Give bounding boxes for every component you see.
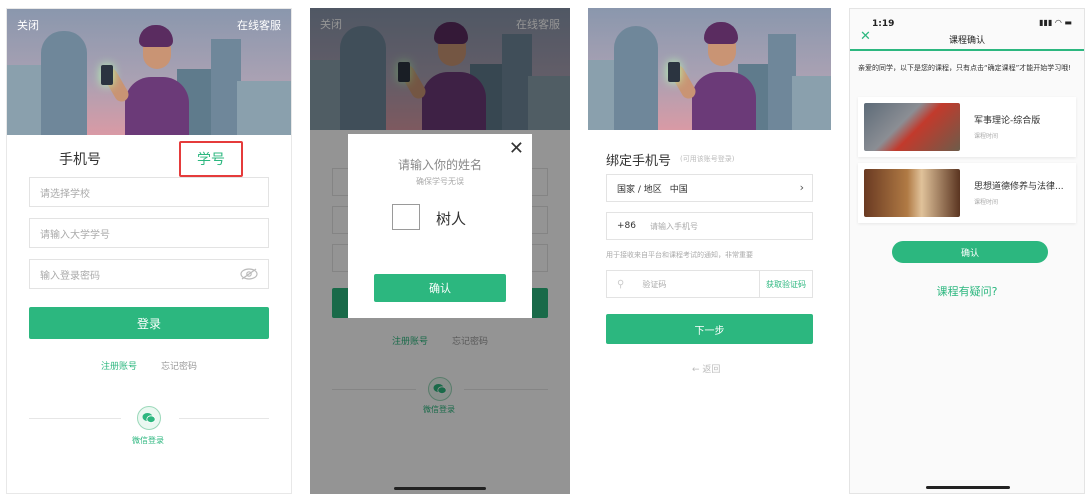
- home-indicator: [926, 486, 1010, 489]
- intro-text: 亲爱的同学，以下是您的课程，只有点击“确定课程”才能开始学习哦!: [858, 64, 1072, 72]
- student-id-input[interactable]: 请输入大学学号: [29, 218, 269, 248]
- dialog-subtitle: 确保学号无误: [416, 177, 464, 186]
- password-placeholder: 输入登录密码: [40, 270, 100, 282]
- name-confirm-screen: 关闭 在线客服 注册账号 忘记密码 微信登录 ✕ 请输入你的姓名 确保学号无误 …: [310, 8, 570, 494]
- region-label: 国家 / 地区: [617, 184, 662, 195]
- login-button[interactable]: 登录: [29, 307, 269, 339]
- title-hint: (可用该账号登录): [680, 155, 735, 163]
- forgot-password-link[interactable]: 忘记密码: [161, 359, 197, 372]
- home-indicator: [394, 487, 486, 490]
- header-divider: [850, 49, 1084, 51]
- region-value: 中国: [669, 184, 688, 195]
- page-title: 绑定手机号: [606, 154, 672, 169]
- code-input[interactable]: ⚲ 验证码 获取验证码: [606, 270, 813, 298]
- online-service-link[interactable]: 在线客服: [237, 17, 281, 33]
- divider-left: [29, 418, 121, 419]
- get-code-button[interactable]: 获取验证码: [759, 271, 812, 297]
- course-thumbnail: [864, 169, 960, 217]
- country-code[interactable]: +86: [617, 221, 636, 231]
- chevron-right-icon: ›: [799, 181, 804, 194]
- name-option-label[interactable]: 树人: [436, 208, 466, 229]
- wechat-icon[interactable]: [137, 406, 161, 430]
- confirm-button[interactable]: 确认: [374, 274, 506, 302]
- course-meta: 课程时间: [974, 133, 999, 140]
- confirm-button[interactable]: 确认: [892, 241, 1048, 263]
- region-select[interactable]: 国家 / 地区 中国 ›: [606, 174, 813, 202]
- key-icon: ⚲: [617, 278, 625, 290]
- phone-input[interactable]: +86 请输入手机号: [606, 212, 813, 240]
- code-placeholder: 验证码: [642, 279, 667, 289]
- bind-phone-screen: 绑定手机号 (可用该账号登录) 国家 / 地区 中国 › +86 请输入手机号 …: [588, 8, 831, 494]
- school-select[interactable]: 请选择学校: [29, 177, 269, 207]
- next-button[interactable]: 下一步: [606, 314, 813, 344]
- course-thumbnail: [864, 103, 960, 151]
- course-question-link[interactable]: 课程有疑问?: [850, 283, 1084, 299]
- divider-right: [179, 418, 269, 419]
- student-id-placeholder: 请输入大学学号: [40, 229, 110, 241]
- login-screen: 关闭 在线客服 手机号 学号 请选择学校 请输入大学学号 输入登录密码 登录 注…: [6, 8, 292, 494]
- page-title: 课程确认: [948, 36, 985, 46]
- school-placeholder: 请选择学校: [40, 188, 90, 200]
- name-checkbox[interactable]: [392, 204, 420, 230]
- tab-student-id[interactable]: 学号: [179, 141, 243, 177]
- close-link[interactable]: 关闭: [17, 17, 39, 33]
- course-name: 思想道德修养与法律...: [974, 182, 1064, 192]
- password-input[interactable]: 输入登录密码: [29, 259, 269, 289]
- name-dialog: ✕ 请输入你的姓名 确保学号无误 树人 确认: [348, 134, 532, 318]
- wechat-login-label: 微信登录: [132, 436, 164, 445]
- course-card[interactable]: 军事理论-综合版 课程时间: [858, 97, 1076, 157]
- back-link[interactable]: ← 返回: [692, 362, 720, 375]
- register-link[interactable]: 注册账号: [101, 359, 137, 372]
- dialog-title: 请输入你的姓名: [397, 158, 482, 172]
- tab-phone[interactable]: 手机号: [59, 149, 101, 169]
- status-time: 1:19: [872, 19, 895, 29]
- hero-illustration: [588, 8, 831, 130]
- status-icons: ▮▮▮ ◠ ▬: [1039, 18, 1072, 27]
- course-meta: 课程时间: [974, 199, 999, 206]
- course-card[interactable]: 思想道德修养与法律... 课程时间: [858, 163, 1076, 223]
- notice-text: 用于接收来自平台和课程考试的通知，非常重要: [606, 251, 753, 259]
- arrow-left-icon: ←: [692, 365, 700, 375]
- eye-off-icon[interactable]: [240, 268, 258, 283]
- phone-placeholder: 请输入手机号: [650, 221, 698, 231]
- course-confirm-screen: 1:19 ▮▮▮ ◠ ▬ ✕ 课程确认 亲爱的同学，以下是您的课程，只有点击“确…: [849, 8, 1085, 494]
- course-name: 军事理论-综合版: [974, 116, 1041, 126]
